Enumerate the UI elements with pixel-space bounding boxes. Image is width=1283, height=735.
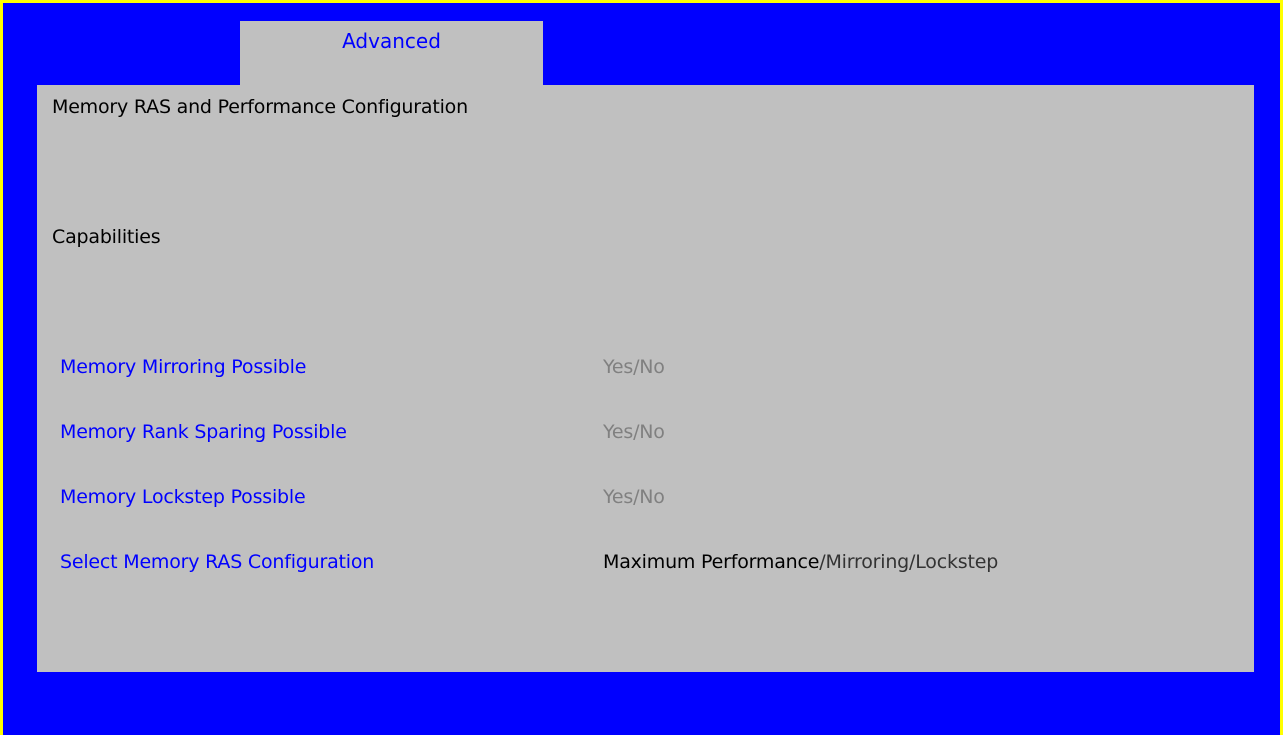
memory-lockstep-label: Memory Lockstep Possible [60,486,306,508]
page-title: Memory RAS and Performance Configuration [52,96,468,118]
capabilities-heading: Capabilities [52,226,161,248]
memory-mirroring-value: Yes/No [603,356,665,378]
settings-panel: Memory RAS and Performance Configuration… [37,85,1254,672]
bios-frame: Advanced Memory RAS and Performance Conf… [3,3,1280,735]
memory-mirroring-label: Memory Mirroring Possible [60,356,307,378]
selected-ras-option[interactable]: Maximum Performance [603,551,819,573]
other-ras-options[interactable]: /Mirroring/Lockstep [819,551,998,573]
memory-rank-sparing-value: Yes/No [603,421,665,443]
tab-advanced[interactable]: Advanced [240,21,543,87]
select-memory-ras-options[interactable]: Maximum Performance/Mirroring/Lockstep [603,551,998,573]
select-memory-ras-label[interactable]: Select Memory RAS Configuration [60,551,374,573]
memory-lockstep-value: Yes/No [603,486,665,508]
memory-rank-sparing-label: Memory Rank Sparing Possible [60,421,347,443]
